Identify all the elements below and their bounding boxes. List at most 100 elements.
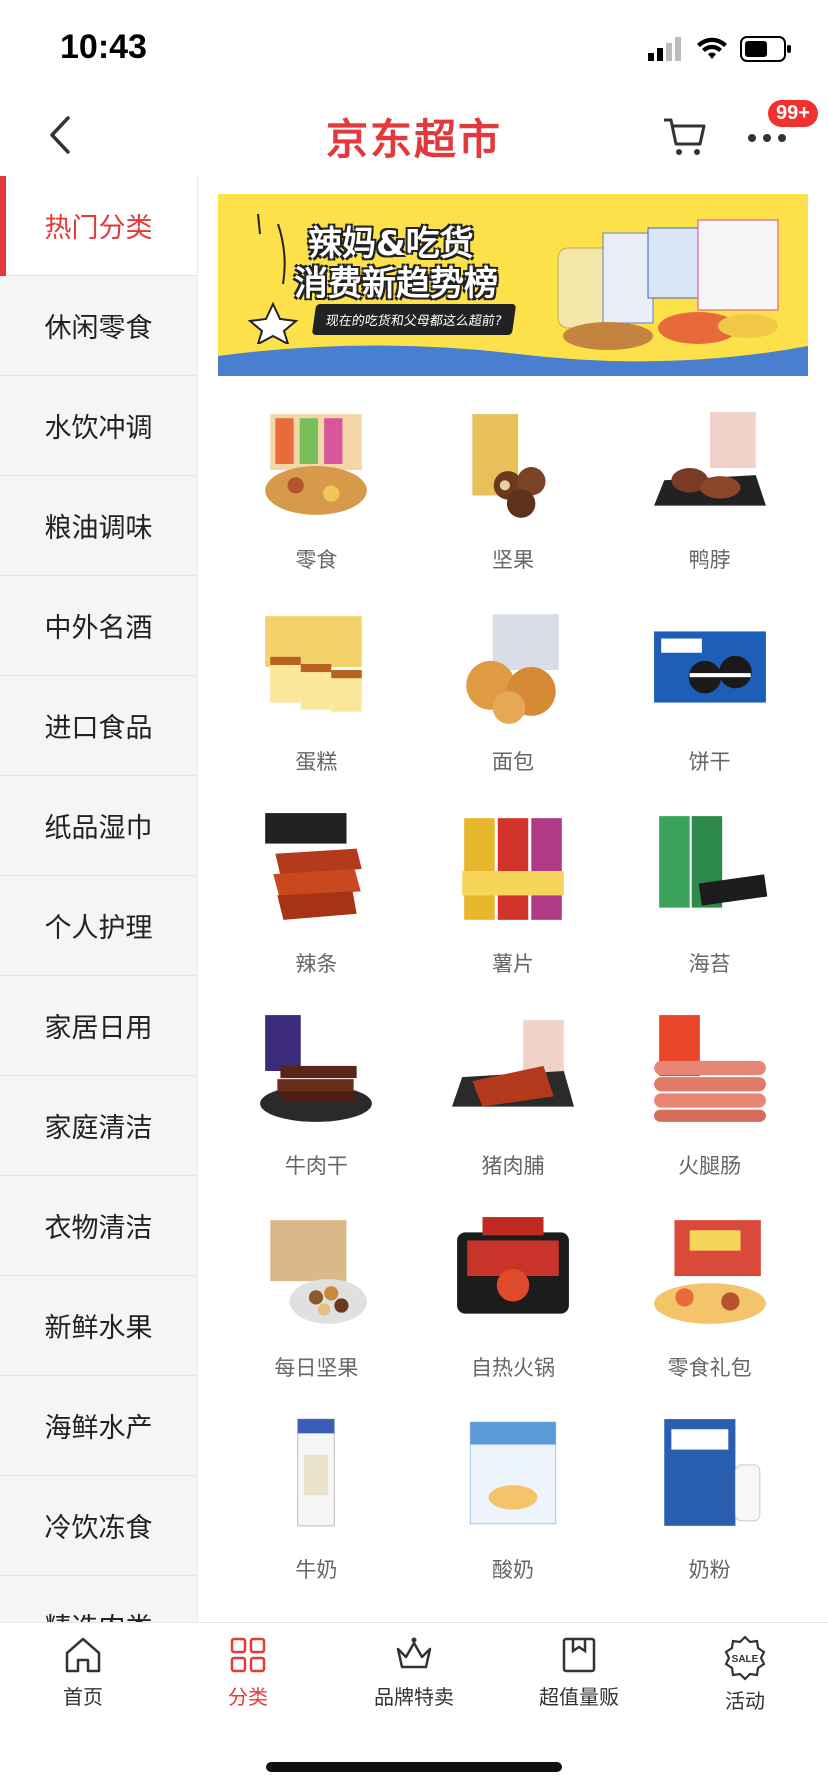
yogurt-thumbnail xyxy=(469,1421,557,1525)
sale-badge-icon: SALE xyxy=(724,1635,766,1681)
banner-tagline: 现在的吃货和父母都这么超前? xyxy=(311,304,517,335)
cart-button[interactable] xyxy=(660,110,710,160)
category-label: 奶粉 xyxy=(688,1558,731,1582)
svg-text:SALE: SALE xyxy=(732,1654,759,1665)
notification-badge: 99+ xyxy=(768,100,818,127)
tab-label: 首页 xyxy=(63,1685,103,1709)
milk-thumbnail xyxy=(297,1418,336,1527)
category-item-beef-jerky[interactable]: 牛肉干 xyxy=(218,1002,415,1204)
sidebar-item-paper[interactable]: 纸品湿巾 xyxy=(0,776,197,876)
tab-home[interactable]: 首页 xyxy=(23,1633,143,1710)
category-label: 辣条 xyxy=(295,952,338,976)
bread-thumbnail xyxy=(466,614,559,724)
tab-label: 品牌特卖 xyxy=(374,1685,454,1709)
category-grid: 零食 坚果 鸭脖 蛋糕 面包 饼干 辣条 薯片 海苔 牛肉干 猪肉脯 火腿肠 每… xyxy=(218,396,808,1608)
category-label: 薯片 xyxy=(491,952,534,976)
package-icon xyxy=(562,1637,596,1673)
snacks-thumbnail xyxy=(265,414,368,515)
category-label: 海苔 xyxy=(688,952,731,976)
category-item-milk-powder[interactable]: 奶粉 xyxy=(611,1406,808,1608)
status-bar: 10:43 xyxy=(0,0,828,96)
tab-brand-sale[interactable]: 品牌特卖 xyxy=(354,1633,474,1710)
category-label: 每日坚果 xyxy=(274,1356,359,1380)
signal-icon xyxy=(648,37,681,61)
category-item-duck-neck[interactable]: 鸭脖 xyxy=(611,396,808,598)
tab-bulk-value[interactable]: 超值量贩 xyxy=(519,1633,639,1710)
category-label: 酸奶 xyxy=(491,1558,534,1582)
sidebar-item-laundry[interactable]: 衣物清洁 xyxy=(0,1176,197,1276)
category-item-pork-jerky[interactable]: 猪肉脯 xyxy=(415,1002,612,1204)
category-label: 坚果 xyxy=(491,548,534,572)
category-item-snack-gift-pack[interactable]: 零食礼包 xyxy=(611,1204,808,1406)
crown-icon xyxy=(396,1637,432,1669)
category-sidebar[interactable]: 热门分类 休闲零食 水饮冲调 粮油调味 中外名酒 进口食品 纸品湿巾 个人护理 … xyxy=(0,176,198,1622)
category-item-snacks[interactable]: 零食 xyxy=(218,396,415,598)
sidebar-item-fruit[interactable]: 新鲜水果 xyxy=(0,1276,197,1376)
category-item-spicy-strips[interactable]: 辣条 xyxy=(218,800,415,1002)
tab-activity[interactable]: SALE 活动 xyxy=(685,1633,805,1714)
biscuits-thumbnail xyxy=(653,631,766,703)
sidebar-item-personal-care[interactable]: 个人护理 xyxy=(0,876,197,976)
category-label: 猪肉脯 xyxy=(481,1154,545,1178)
category-item-milk[interactable]: 牛奶 xyxy=(218,1406,415,1608)
tab-label: 分类 xyxy=(228,1685,268,1709)
beef-jerky-thumbnail xyxy=(260,1015,373,1122)
sidebar-item-frozen[interactable]: 冷饮冻食 xyxy=(0,1476,197,1576)
battery-icon xyxy=(740,36,791,62)
home-indicator xyxy=(266,1762,562,1772)
category-item-cake[interactable]: 蛋糕 xyxy=(218,598,415,800)
category-item-seaweed[interactable]: 海苔 xyxy=(611,800,808,1002)
hotpot-thumbnail xyxy=(457,1217,569,1314)
category-item-nuts[interactable]: 坚果 xyxy=(415,396,612,598)
cake-thumbnail xyxy=(265,616,363,712)
sidebar-item-snacks[interactable]: 休闲零食 xyxy=(0,276,197,376)
category-label: 牛肉干 xyxy=(284,1154,348,1178)
wifi-icon xyxy=(697,37,727,59)
category-label: 蛋糕 xyxy=(295,750,338,774)
status-icons xyxy=(648,36,792,62)
category-label: 零食 xyxy=(295,548,338,572)
promo-banner[interactable]: 辣妈&吃货 消费新趋势榜 现在的吃货和父母都这么超前? xyxy=(218,194,808,376)
sidebar-item-hot[interactable]: 热门分类 xyxy=(0,176,197,276)
sidebar-item-household[interactable]: 家居日用 xyxy=(0,976,197,1076)
tab-label: 活动 xyxy=(725,1689,765,1713)
nuts-thumbnail xyxy=(472,414,546,518)
sidebar-item-imported[interactable]: 进口食品 xyxy=(0,676,197,776)
tab-category[interactable]: 分类 xyxy=(188,1633,308,1710)
category-label: 面包 xyxy=(491,750,534,774)
pork-jerky-thumbnail xyxy=(451,1020,574,1107)
spicy-strips-thumbnail xyxy=(265,813,363,920)
daily-nuts-thumbnail xyxy=(270,1220,368,1324)
category-item-self-heating-hotpot[interactable]: 自热火锅 xyxy=(415,1204,612,1406)
banner-subheadline: 消费新趋势榜 xyxy=(294,264,498,304)
category-label: 自热火锅 xyxy=(470,1356,555,1380)
sidebar-item-drinks[interactable]: 水饮冲调 xyxy=(0,376,197,476)
sidebar-item-meat[interactable]: 精选肉类 xyxy=(0,1576,197,1622)
seaweed-thumbnail xyxy=(658,816,767,908)
category-item-ham-sausage[interactable]: 火腿肠 xyxy=(611,1002,808,1204)
category-item-daily-nuts[interactable]: 每日坚果 xyxy=(218,1204,415,1406)
milk-powder-thumbnail xyxy=(663,1419,760,1526)
category-item-chips[interactable]: 薯片 xyxy=(415,800,612,1002)
tab-label: 超值量贩 xyxy=(539,1685,619,1709)
category-label: 火腿肠 xyxy=(678,1154,742,1178)
category-label: 牛奶 xyxy=(295,1558,338,1582)
status-time: 10:43 xyxy=(60,28,147,66)
chips-thumbnail xyxy=(462,818,564,920)
cart-icon xyxy=(664,118,706,155)
category-label: 鸭脖 xyxy=(688,548,731,572)
category-item-bread[interactable]: 面包 xyxy=(415,598,612,800)
sidebar-item-liquor[interactable]: 中外名酒 xyxy=(0,576,197,676)
category-item-biscuits[interactable]: 饼干 xyxy=(611,598,808,800)
home-icon xyxy=(65,1637,101,1673)
ham-sausage-thumbnail xyxy=(653,1015,766,1122)
grid-icon xyxy=(230,1637,266,1673)
sidebar-item-seafood[interactable]: 海鲜水产 xyxy=(0,1376,197,1476)
duck-neck-thumbnail xyxy=(653,412,766,506)
category-item-yogurt[interactable]: 酸奶 xyxy=(415,1406,612,1608)
sidebar-item-grain-oil[interactable]: 粮油调味 xyxy=(0,476,197,576)
category-label: 饼干 xyxy=(688,750,731,774)
sidebar-item-cleaning[interactable]: 家庭清洁 xyxy=(0,1076,197,1176)
banner-products-image xyxy=(557,219,779,350)
category-label: 零食礼包 xyxy=(667,1356,752,1380)
